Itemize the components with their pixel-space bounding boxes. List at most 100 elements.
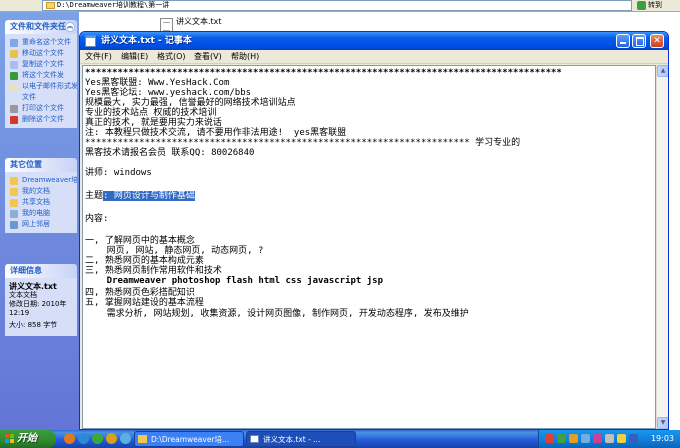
system-tray: 19:03 xyxy=(538,430,680,448)
text-line: Dreamweaver photoshop flash html css jav… xyxy=(85,276,384,286)
minimize-button[interactable] xyxy=(616,34,630,48)
text-line: 真正的技术, 就是要用实力来说话 xyxy=(85,118,222,128)
task-email-cont[interactable]: 文件 xyxy=(9,92,77,103)
place-my-computer[interactable]: 我的电脑 xyxy=(9,208,77,219)
scroll-down-arrow-icon[interactable]: ▼ xyxy=(657,417,668,429)
tray-orange-icon[interactable] xyxy=(569,434,578,443)
publish-globe-icon xyxy=(10,72,18,80)
details-file-name: 讲义文本.txt xyxy=(9,282,57,291)
title-bar[interactable]: 讲义文本.txt - 记事本 ✕ xyxy=(80,32,668,50)
clock[interactable]: 19:03 xyxy=(651,430,674,448)
notepad-icon[interactable] xyxy=(85,35,96,47)
taskbar-explorer[interactable]: D:\Dreamweaver培... xyxy=(134,431,244,447)
tasks-panel-header[interactable]: 文件和文件夹任务 ︽ xyxy=(5,20,77,34)
task-delete[interactable]: 删除这个文件 xyxy=(9,114,77,125)
text-line: 一, 了解网页中的基本概念 xyxy=(85,236,195,246)
quicklaunch-firefox-icon[interactable] xyxy=(64,433,75,444)
vertical-scrollbar[interactable]: ▲ ▼ xyxy=(656,65,668,429)
menu-view[interactable]: 查看(V) xyxy=(193,51,223,63)
quicklaunch-desktop-icon[interactable] xyxy=(120,433,131,444)
text-line: 内容: xyxy=(85,214,109,224)
go-label: 转到 xyxy=(648,1,662,9)
address-toolbar: D:\Dreamweaver培训教程\第一讲 转到 xyxy=(0,0,680,12)
place-my-documents[interactable]: 我的文档 xyxy=(9,186,77,197)
task-publish[interactable]: 将这个文件发 xyxy=(9,70,77,81)
tray-network-icon[interactable] xyxy=(581,434,590,443)
taskbar-notepad[interactable]: 讲义文本.txt - ... xyxy=(246,431,356,447)
go-button[interactable]: 转到 xyxy=(636,0,680,11)
places-panel-title: 其它位置 xyxy=(10,160,42,169)
address-text: D:\Dreamweaver培训教程\第一讲 xyxy=(57,1,170,9)
place-dreamweaver[interactable]: Dreamweaver培训 xyxy=(9,175,77,186)
close-button[interactable]: ✕ xyxy=(650,34,664,48)
address-input[interactable]: D:\Dreamweaver培训教程\第一讲 xyxy=(42,0,632,11)
email-icon xyxy=(10,83,18,91)
menu-edit[interactable]: 编辑(E) xyxy=(120,51,149,63)
selected-text: : 网页设计与制作基础 xyxy=(103,191,195,201)
delete-x-icon xyxy=(10,116,18,124)
details-time: 12:19 xyxy=(9,309,30,317)
menu-help[interactable]: 帮助(H) xyxy=(230,51,260,63)
maximize-button[interactable] xyxy=(632,34,646,48)
my-computer-icon xyxy=(10,210,18,218)
shared-folder-icon xyxy=(10,199,18,207)
quicklaunch-ie-icon[interactable] xyxy=(78,433,89,444)
tray-green-icon[interactable] xyxy=(557,434,566,443)
tray-app-icon[interactable] xyxy=(593,434,602,443)
task-rename[interactable]: 重命名这个文件 xyxy=(9,37,77,48)
text-line: 讲师: windows xyxy=(85,168,152,178)
details-panel-header[interactable]: 详细信息 xyxy=(5,264,77,278)
tray-security-icon[interactable] xyxy=(617,434,626,443)
taskbar-notepad-label: 讲义文本.txt - ... xyxy=(263,435,321,444)
file-item-label[interactable]: 讲义文本.txt xyxy=(176,17,222,26)
places-panel-header[interactable]: 其它位置 xyxy=(5,158,77,172)
text-line: Yes黑客联盟: Www.YesHack.Com xyxy=(85,78,230,88)
details-panel-title: 详细信息 xyxy=(10,266,42,275)
text-line: 网页, 网站, 静态网页, 动态网页, ? xyxy=(85,246,264,256)
tray-input-icon[interactable] xyxy=(629,434,638,443)
folder-icon xyxy=(138,435,147,443)
collapse-chevron-icon[interactable]: ︽ xyxy=(65,22,75,32)
menu-format[interactable]: 格式(O) xyxy=(156,51,187,63)
text-line: 注: 本教程只做技术交流, 请不要用作非法用途! yes黑客联盟 xyxy=(85,128,347,138)
details-modified: 修改日期: 2010年 xyxy=(9,300,67,308)
move-icon xyxy=(10,50,18,58)
menu-file[interactable]: 文件(F) xyxy=(84,51,113,63)
text-line: 需求分析, 网站规划, 收集资源, 设计网页图像, 制作网页, 开发动态程序, … xyxy=(85,309,469,319)
text-line: 规模最大, 实力最强, 信誉最好的网络技术培训站点 xyxy=(85,98,296,108)
quicklaunch-app-icon[interactable] xyxy=(92,433,103,444)
explorer-sidebar: 文件和文件夹任务 ︽ 重命名这个文件 移动这个文件 复制这个文件 将这个文件发 … xyxy=(0,12,79,430)
quicklaunch-media-icon[interactable] xyxy=(106,433,117,444)
text-line: 三, 熟悉网页制作常用软件和技术 xyxy=(85,266,222,276)
notepad-icon xyxy=(250,435,259,443)
windows-flag-icon xyxy=(5,434,14,443)
text-line: 二, 熟悉网页的基本构成元素 xyxy=(85,256,204,266)
network-places-icon xyxy=(10,221,18,229)
text-line: ****************************************… xyxy=(85,138,521,148)
tray-alert-icon[interactable] xyxy=(545,434,554,443)
text-editor[interactable]: ****************************************… xyxy=(82,65,656,429)
task-print[interactable]: 打印这个文件 xyxy=(9,103,77,114)
scroll-up-arrow-icon[interactable]: ▲ xyxy=(657,65,668,77)
start-label: 开始 xyxy=(17,433,37,444)
folder-icon xyxy=(10,177,18,185)
place-shared-documents[interactable]: 共享文档 xyxy=(9,197,77,208)
place-network[interactable]: 网上邻居 xyxy=(9,219,77,230)
menu-bar: 文件(F) 编辑(E) 格式(O) 查看(V) 帮助(H) xyxy=(80,50,668,64)
text-line: 五, 掌握网站建设的基本流程 xyxy=(85,298,204,308)
task-move[interactable]: 移动这个文件 xyxy=(9,48,77,59)
notepad-window: 讲义文本.txt - 记事本 ✕ 文件(F) 编辑(E) 格式(O) 查看(V)… xyxy=(79,31,669,430)
details-file-type: 文本文档 xyxy=(9,291,37,299)
topic-line: 主题: 网页设计与制作基础 xyxy=(85,191,195,201)
details-panel: 详细信息 讲义文本.txt 文本文档 修改日期: 2010年 12:19 大小:… xyxy=(5,264,77,336)
taskbar-explorer-label: D:\Dreamweaver培... xyxy=(151,435,230,444)
rename-icon xyxy=(10,39,18,47)
task-email[interactable]: 以电子邮件形式发送 xyxy=(9,81,77,92)
task-copy[interactable]: 复制这个文件 xyxy=(9,59,77,70)
tasks-panel: 文件和文件夹任务 ︽ 重命名这个文件 移动这个文件 复制这个文件 将这个文件发 … xyxy=(5,20,77,128)
start-button[interactable]: 开始 xyxy=(0,430,56,448)
tray-volume-icon[interactable] xyxy=(605,434,614,443)
text-line: 黑客技术请报名会员 联系QQ: 80026840 xyxy=(85,148,255,158)
places-panel: 其它位置 Dreamweaver培训 我的文档 共享文档 我的电脑 网上邻居 xyxy=(5,158,77,233)
text-line: ****************************************… xyxy=(85,68,562,78)
